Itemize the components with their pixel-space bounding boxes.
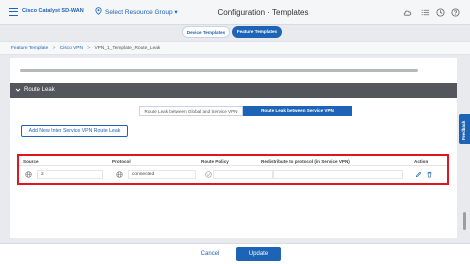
breadcrumb-current: VPN_1_Template_Route_Leak bbox=[94, 46, 161, 51]
top-bar: Cisco Catalyst SD-WAN Select Resource Gr… bbox=[0, 0, 470, 25]
source-field[interactable]: 2 bbox=[37, 170, 103, 179]
table-divider bbox=[19, 165, 447, 166]
feedback-label: Feedback bbox=[461, 120, 466, 140]
footer-bar: Cancel Update bbox=[0, 243, 470, 264]
list-icon[interactable] bbox=[421, 8, 430, 17]
delete-trash-icon[interactable] bbox=[426, 171, 433, 178]
route-policy-field[interactable] bbox=[213, 170, 273, 179]
cancel-button[interactable]: Cancel bbox=[190, 251, 230, 257]
column-header-action: Action bbox=[414, 159, 429, 164]
horizontal-scrollbar[interactable] bbox=[20, 69, 418, 72]
tab-between-service-vpn[interactable]: Route Leak between Service VPN bbox=[243, 106, 352, 116]
template-tabs: Device Templates Feature Templates bbox=[0, 26, 470, 39]
column-header-protocol: Protocol bbox=[112, 159, 131, 164]
route-leak-section-header[interactable]: Route Leak bbox=[10, 83, 457, 98]
tab-device-templates[interactable]: Device Templates bbox=[182, 26, 230, 38]
section-title: Route Leak bbox=[24, 87, 55, 93]
protocol-value: connected bbox=[132, 172, 155, 177]
cloud-icon[interactable] bbox=[403, 8, 412, 17]
update-button[interactable]: Update bbox=[236, 247, 281, 261]
add-route-leak-button[interactable]: Add New Inter Service VPN Route Leak bbox=[21, 125, 128, 137]
column-header-redistribute: Redistribute to protocol (in Service VPN… bbox=[261, 159, 350, 164]
globe-icon[interactable] bbox=[116, 171, 123, 178]
protocol-field[interactable]: connected bbox=[128, 170, 196, 179]
column-header-source: Source bbox=[23, 159, 39, 164]
source-value: 2 bbox=[41, 172, 44, 177]
page-title: Configuration · Templates bbox=[217, 8, 309, 17]
column-header-route-policy: Route Policy bbox=[201, 159, 229, 164]
chevron-down-icon bbox=[15, 88, 21, 92]
breadcrumb-feature-template[interactable]: Feature Template bbox=[11, 46, 48, 51]
breadcrumb-separator: > bbox=[52, 46, 56, 51]
check-circle-icon[interactable] bbox=[205, 171, 212, 178]
vertical-scrollbar[interactable] bbox=[463, 212, 466, 230]
breadcrumb-cisco-vpn[interactable]: Cisco VPN bbox=[60, 46, 83, 51]
breadcrumb-bar: Feature Template > Cisco VPN > VPN_1_Tem… bbox=[0, 41, 470, 55]
globe-icon[interactable] bbox=[25, 171, 32, 178]
edit-pencil-icon[interactable] bbox=[415, 171, 422, 178]
breadcrumb: Feature Template > Cisco VPN > VPN_1_Tem… bbox=[11, 46, 160, 51]
breadcrumb-separator: > bbox=[87, 46, 91, 51]
tab-feature-templates[interactable]: Feature Templates bbox=[232, 26, 282, 38]
table-row: 2 connected bbox=[19, 167, 447, 182]
clock-icon[interactable] bbox=[436, 8, 445, 17]
feedback-tab[interactable]: Feedback bbox=[459, 114, 470, 144]
redistribute-field[interactable] bbox=[273, 170, 403, 179]
tab-global-service-vpn[interactable]: Route Leak between Global and Service VP… bbox=[139, 106, 243, 116]
help-icon[interactable] bbox=[451, 8, 460, 17]
